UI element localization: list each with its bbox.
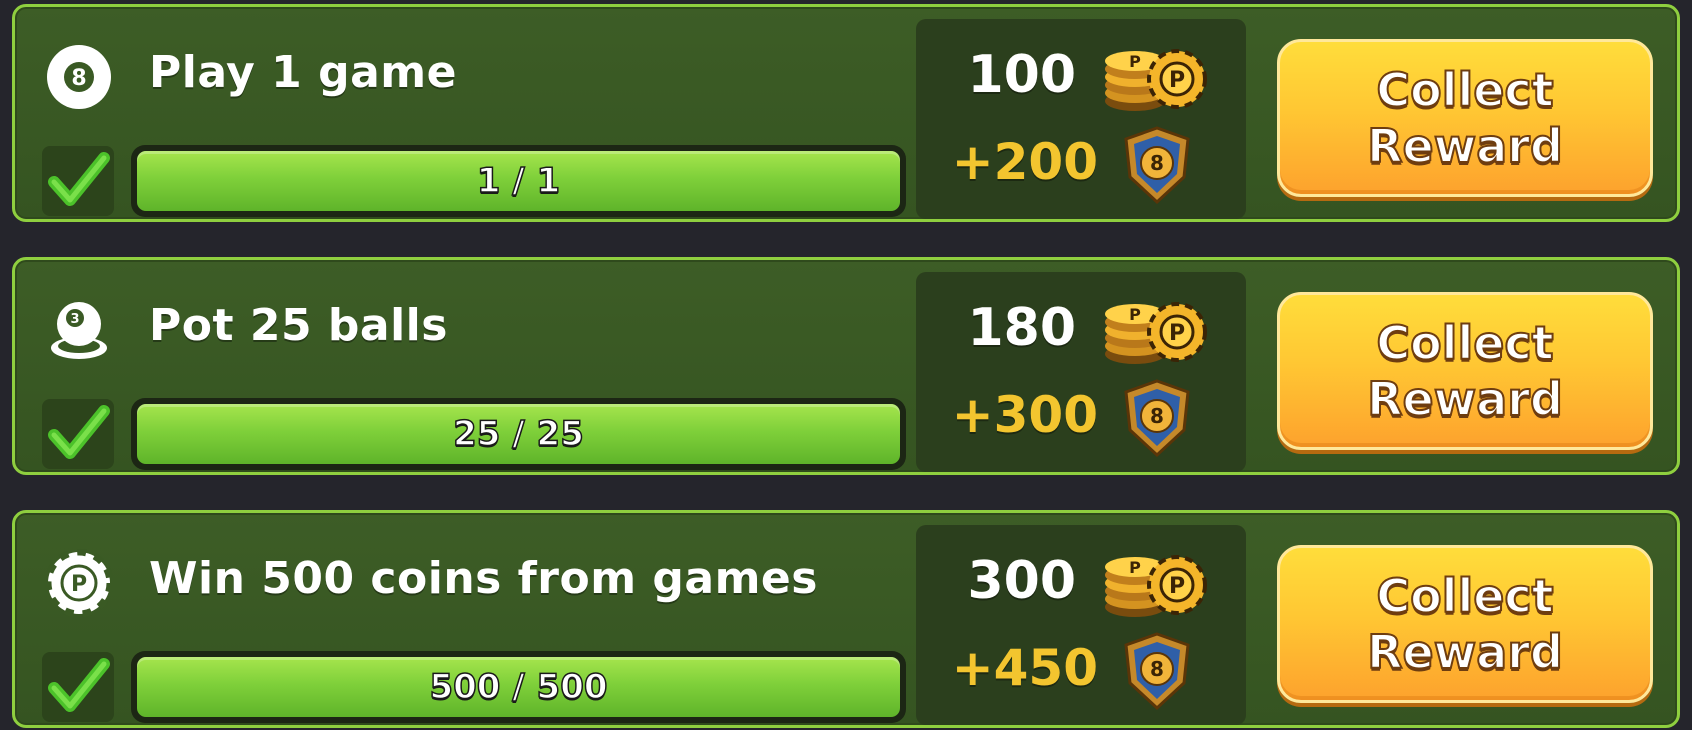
progress-text: 500 / 500 <box>429 666 609 708</box>
mission-row: 8 Play 1 game 1 / 1 100 P P +200 8 Colle… <box>12 4 1680 222</box>
mission-title: Pot 25 balls <box>149 300 448 351</box>
checkmark-icon <box>48 405 110 459</box>
collect-reward-button[interactable]: Collect Reward <box>1277 39 1653 197</box>
svg-text:P: P <box>1129 305 1141 324</box>
svg-text:P: P <box>1129 52 1141 71</box>
svg-text:P: P <box>1169 574 1185 599</box>
8-ball-shield-icon: 8 <box>1124 379 1190 458</box>
svg-text:P: P <box>1169 321 1185 346</box>
progress-text: 1 / 1 <box>476 160 561 202</box>
checkmark-icon <box>48 152 110 206</box>
coins-reward: 180 <box>967 298 1076 358</box>
mission-row: P Win 500 coins from games 500 / 500 300 <box>12 510 1680 728</box>
svg-text:8: 8 <box>1150 657 1164 681</box>
collect-reward-label: Collect Reward <box>1366 568 1564 680</box>
svg-text:8: 8 <box>1150 151 1164 175</box>
svg-text:8: 8 <box>1150 404 1164 428</box>
xp-reward: +200 <box>951 133 1098 191</box>
mission-title: Win 500 coins from games <box>149 553 818 604</box>
coins-reward: 100 <box>967 45 1076 105</box>
ball-pocket-icon: 3 <box>51 302 107 359</box>
reward-panel: 300 P P +450 8 <box>916 525 1246 725</box>
8-ball-shield-icon: 8 <box>1124 126 1190 205</box>
reward-panel: 180 P P +300 8 <box>916 272 1246 472</box>
coin-stack-icon: P P <box>1105 49 1207 111</box>
svg-text:P: P <box>1129 558 1141 577</box>
progress-bar: 25 / 25 <box>131 398 906 470</box>
poker-chip-icon: P <box>45 549 113 617</box>
coin-stack-icon: P P <box>1105 555 1207 617</box>
completed-check <box>42 652 114 722</box>
reward-panel: 100 P P +200 8 <box>916 19 1246 219</box>
svg-text:P: P <box>1169 68 1185 93</box>
svg-text:3: 3 <box>70 312 79 327</box>
svg-text:8: 8 <box>71 66 86 91</box>
progress-bar: 500 / 500 <box>131 651 906 723</box>
collect-reward-button[interactable]: Collect Reward <box>1277 545 1653 703</box>
collect-reward-button[interactable]: Collect Reward <box>1277 292 1653 450</box>
completed-check <box>42 399 114 469</box>
8-ball-shield-icon: 8 <box>1124 632 1190 711</box>
xp-reward: +450 <box>951 639 1098 697</box>
completed-check <box>42 146 114 216</box>
collect-reward-label: Collect Reward <box>1366 315 1564 427</box>
progress-text: 25 / 25 <box>452 413 584 455</box>
progress-fill: 500 / 500 <box>137 657 900 717</box>
xp-reward: +300 <box>951 386 1098 444</box>
8-ball-icon: 8 <box>47 45 111 109</box>
svg-text:P: P <box>71 572 87 597</box>
mission-row: 3 Pot 25 balls 25 / 25 180 P P +300 8 Co… <box>12 257 1680 475</box>
mission-title: Play 1 game <box>149 47 457 98</box>
missions-list: 8 Play 1 game 1 / 1 100 P P +200 8 Colle… <box>0 0 1692 730</box>
coin-stack-icon: P P <box>1105 302 1207 364</box>
progress-bar: 1 / 1 <box>131 145 906 217</box>
coins-reward: 300 <box>967 551 1076 611</box>
progress-fill: 1 / 1 <box>137 151 900 211</box>
collect-reward-label: Collect Reward <box>1366 62 1564 174</box>
checkmark-icon <box>48 658 110 712</box>
progress-fill: 25 / 25 <box>137 404 900 464</box>
